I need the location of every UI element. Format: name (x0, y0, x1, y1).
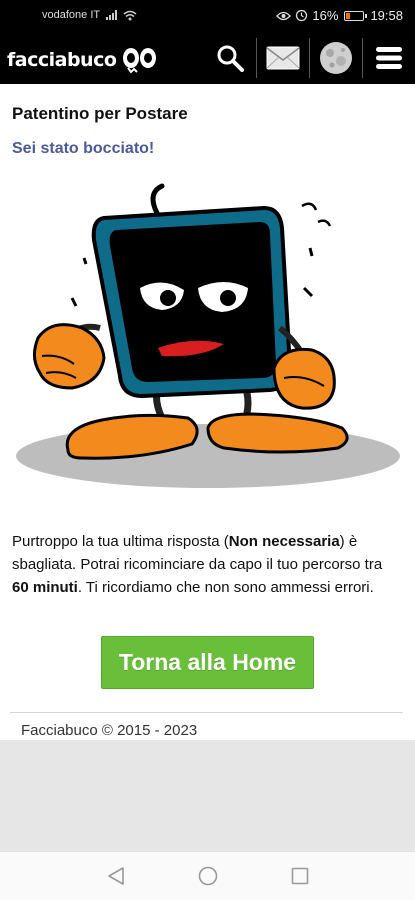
result-message: Purtroppo la tua ultima risposta (Non ne… (12, 533, 383, 596)
search-button[interactable] (204, 32, 256, 84)
menu-icon (376, 47, 402, 69)
system-home-button[interactable] (196, 864, 220, 888)
signal-icon (106, 10, 118, 20)
battery-percent: 16% (312, 8, 339, 23)
system-back-button[interactable] (104, 864, 128, 888)
battery-icon (344, 10, 368, 21)
status-bar: vodafone IT 16% 19:58 (0, 0, 415, 32)
wrong-answer: Non necessaria (228, 533, 340, 550)
header-actions (204, 32, 415, 84)
wait-time: 60 minuti (12, 579, 78, 596)
home-icon (198, 866, 217, 886)
logo[interactable]: facciabuco (7, 46, 158, 74)
carrier-label: vodafone IT (42, 9, 101, 21)
page-bottom-area (0, 740, 415, 851)
clock: 19:58 (370, 8, 403, 23)
messages-button[interactable] (257, 32, 309, 84)
system-recents-button[interactable] (288, 864, 312, 888)
profile-button[interactable] (310, 32, 362, 84)
menu-button[interactable] (363, 32, 415, 84)
logo-text: facciabuco (7, 49, 117, 71)
system-navigation-bar (0, 851, 415, 900)
footer-divider (10, 712, 403, 713)
alarm-icon (296, 9, 308, 22)
page-title: Patentino per Postare (12, 104, 188, 123)
mail-icon (266, 46, 300, 70)
eye-icon (276, 11, 292, 20)
footer-copyright: Facciabuco © 2015 - 2023 (21, 722, 198, 739)
sad-mascot-illustration (16, 183, 400, 488)
back-icon (107, 867, 124, 885)
moon-icon (320, 42, 352, 74)
app-header: facciabuco (0, 32, 415, 84)
logo-eyes-icon (122, 46, 158, 74)
back-to-home-button[interactable]: Torna alla Home (101, 636, 314, 689)
result-subtitle: Sei stato bocciato! (12, 140, 155, 157)
wifi-icon (123, 10, 137, 20)
recents-icon (291, 867, 308, 885)
search-icon (217, 45, 244, 72)
